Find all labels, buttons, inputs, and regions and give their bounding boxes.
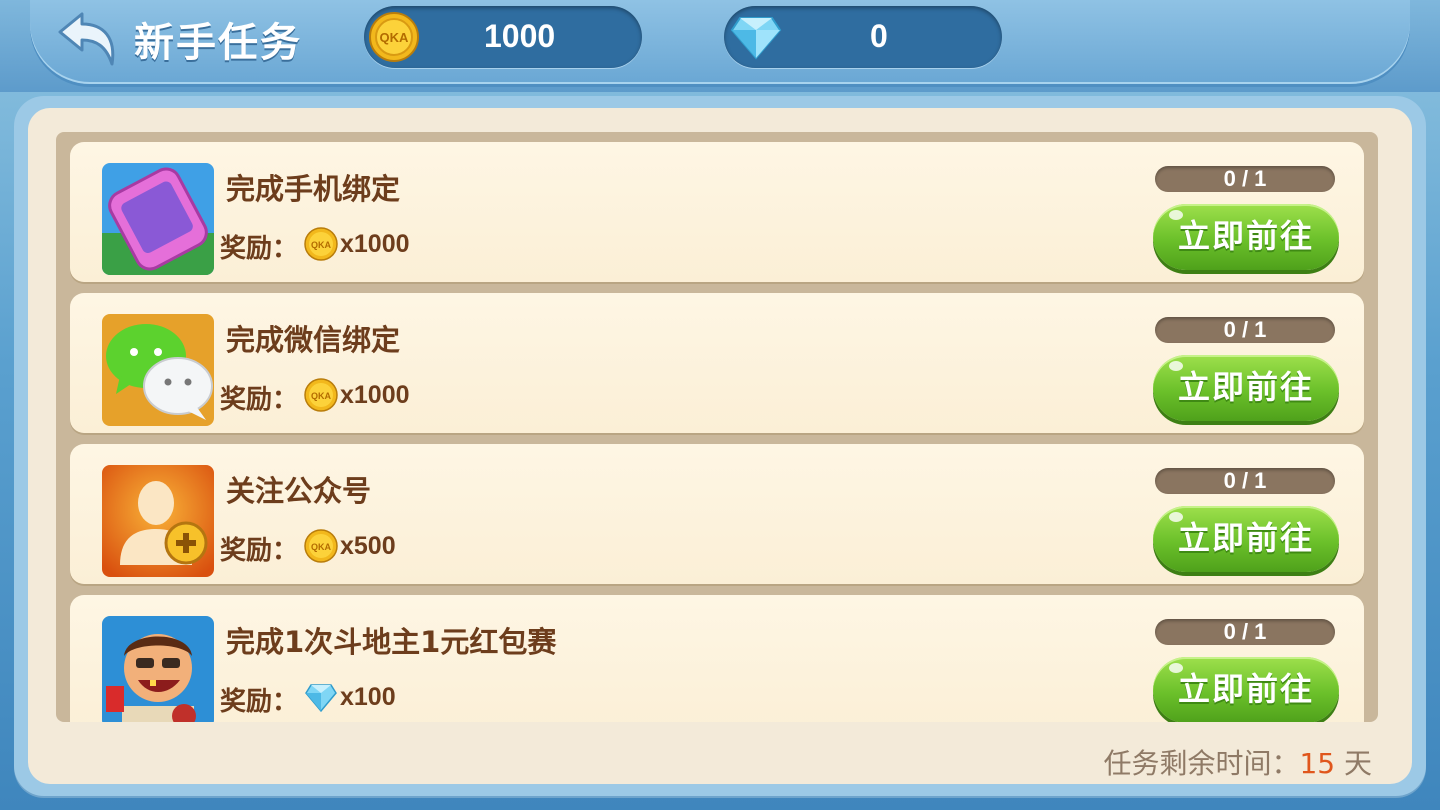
remaining-days: 15 (1299, 747, 1336, 780)
phone-icon (102, 163, 214, 275)
svg-text:QKA: QKA (311, 391, 332, 401)
go-now-button[interactable]: 立即前往 (1153, 204, 1339, 270)
gem-amount: 0 (870, 18, 888, 54)
task-panel: 完成手机绑定 奖励： QKA x1000 0 / 1 立即前往 完成微信绑定 奖… (14, 96, 1426, 796)
top-bar: 新手任务 QKA 1000 0 (0, 0, 1440, 92)
remaining-days-unit: 天 (1335, 747, 1372, 780)
gold-balance: QKA 1000 (364, 6, 642, 68)
gem-balance: 0 (724, 6, 1002, 68)
task-panel-inner: 完成手机绑定 奖励： QKA x1000 0 / 1 立即前往 完成微信绑定 奖… (28, 108, 1412, 784)
qka-coin-icon: QKA (304, 378, 338, 412)
task-progress: 0 / 1 (1155, 166, 1335, 192)
reward-amount: x1000 (340, 381, 410, 409)
go-now-button[interactable]: 立即前往 (1153, 506, 1339, 572)
task-list-frame[interactable]: 完成手机绑定 奖励： QKA x1000 0 / 1 立即前往 完成微信绑定 奖… (56, 132, 1378, 722)
gold-amount: 1000 (484, 18, 556, 54)
reward-label: 奖励： (220, 234, 299, 264)
back-button[interactable] (52, 10, 122, 70)
svg-text:QKA: QKA (311, 240, 332, 250)
reward-label: 奖励： (220, 385, 299, 415)
reward-amount: x1000 (340, 230, 410, 258)
back-arrow-icon (58, 12, 115, 66)
task-row: 关注公众号 奖励： QKA x500 0 / 1 立即前往 (70, 444, 1364, 584)
task-row: 完成1次斗地主1元红包赛 奖励： x100 0 / 1 立即前往 (70, 595, 1364, 722)
svg-text:QKA: QKA (311, 542, 332, 552)
qka-coin-icon: QKA (304, 529, 338, 563)
reward-label: 奖励： (220, 687, 299, 717)
page-title: 新手任务 (134, 20, 302, 66)
task-row: 完成微信绑定 奖励： QKA x1000 0 / 1 立即前往 (70, 293, 1364, 433)
go-now-button[interactable]: 立即前往 (1153, 657, 1339, 722)
remaining-time: 任务剩余时间：15 天 (1103, 742, 1372, 782)
task-row: 完成手机绑定 奖励： QKA x1000 0 / 1 立即前往 (70, 142, 1364, 282)
task-title: 完成1次斗地主1元红包赛 (226, 625, 557, 659)
add-user-icon (102, 465, 214, 577)
reward-amount: x500 (340, 532, 396, 560)
task-title: 关注公众号 (226, 474, 372, 508)
wechat-icon (102, 314, 214, 426)
diamond-icon (305, 684, 337, 713)
landlord-character-icon (102, 616, 214, 722)
task-progress: 0 / 1 (1155, 619, 1335, 645)
task-progress: 0 / 1 (1155, 468, 1335, 494)
reward-amount: x100 (340, 683, 396, 711)
task-progress: 0 / 1 (1155, 317, 1335, 343)
task-title: 完成微信绑定 (226, 323, 401, 357)
qka-coin-icon: QKA (304, 227, 338, 261)
reward-label: 奖励： (220, 536, 299, 566)
diamond-icon (730, 17, 782, 60)
qka-coin-icon: QKA (369, 12, 419, 62)
svg-text:QKA: QKA (380, 30, 410, 45)
task-list: 完成手机绑定 奖励： QKA x1000 0 / 1 立即前往 完成微信绑定 奖… (70, 142, 1364, 722)
remaining-time-label: 任务剩余时间： (1103, 747, 1300, 780)
task-title: 完成手机绑定 (226, 172, 401, 206)
go-now-button[interactable]: 立即前往 (1153, 355, 1339, 421)
